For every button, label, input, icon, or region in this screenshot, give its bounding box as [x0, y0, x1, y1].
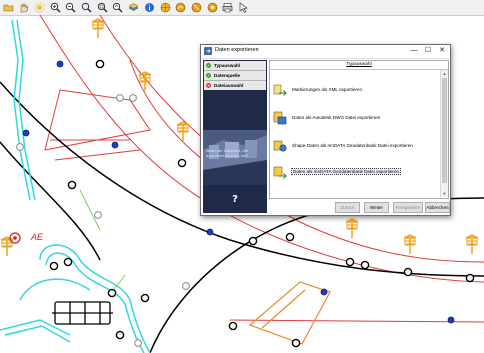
zoom-in-tool-button[interactable] — [49, 1, 61, 13]
cross-icon: ✕ — [206, 82, 211, 88]
zoom-all-tool-button[interactable] — [96, 1, 108, 13]
wizard-banner-image — [203, 90, 267, 185]
cancel-button[interactable]: Abbrechen — [425, 202, 450, 213]
print-icon — [222, 2, 233, 12]
wizard-caption: Wahl der Datenart, die exportiert werden… — [206, 148, 249, 158]
main-toolbar — [0, 0, 484, 16]
zoom-previous-tool-button[interactable] — [112, 1, 124, 13]
open-folder-icon — [3, 4, 13, 11]
option-label: Daten als mnDATA Geodatenbank Datei expo… — [291, 168, 402, 175]
info-tool-button[interactable] — [143, 1, 155, 13]
export-app-icon — [204, 47, 212, 55]
option-dwg-export[interactable]: Daten als Autodesk DWG Datei exportieren — [273, 111, 433, 125]
zoom-out-tool-button[interactable] — [65, 1, 77, 13]
pointer-tool-button[interactable] — [238, 1, 250, 13]
survey-point-marker — [9, 232, 21, 244]
scroll-up-icon[interactable]: ▲ — [441, 70, 448, 77]
minimize-button[interactable]: — — [409, 46, 419, 56]
wizard-side-panel: ✓ Typauswahl ✓ Datenquelle ✕ Dateiauswah… — [203, 60, 267, 213]
hatch-area — [248, 281, 331, 345]
zoom-all-icon — [97, 2, 108, 12]
next-button[interactable]: Weiter — [364, 202, 389, 213]
option-label: Markierungen als XML exportieren — [292, 87, 363, 92]
check-icon: ✓ — [206, 62, 211, 68]
route-tool-button[interactable] — [175, 1, 187, 13]
zoom-previous-icon — [113, 2, 123, 12]
dwg-export-icon — [273, 111, 287, 125]
option-label: Daten als Autodesk DWG Datei exportieren — [292, 115, 381, 120]
pointer-icon — [239, 1, 248, 13]
layer-icon — [128, 2, 139, 11]
geodb-export-icon — [273, 166, 287, 179]
zoom-window-icon — [81, 2, 92, 12]
back-button[interactable]: Zurück — [335, 202, 360, 213]
zoom-in-icon — [50, 2, 61, 12]
measure-tool-button[interactable] — [190, 1, 202, 13]
vertical-scrollbar[interactable]: ▲ ▼ — [440, 70, 448, 197]
equipment-block — [52, 301, 113, 325]
maximize-button[interactable]: ☐ — [423, 46, 433, 56]
pan-hand-tool-button[interactable] — [18, 1, 30, 13]
select-icon — [207, 2, 217, 12]
print-tool-button[interactable] — [222, 1, 234, 13]
step-label: Datenquelle — [214, 72, 241, 78]
scroll-thumb[interactable] — [442, 78, 447, 183]
dialog-titlebar[interactable]: Daten exportieren — ☐ ✕ — [201, 45, 450, 59]
option-xml-export[interactable]: Markierungen als XML exportieren — [273, 83, 433, 97]
scroll-down-icon[interactable]: ▼ — [441, 190, 448, 197]
option-geodb-export[interactable]: Daten als mnDATA Geodatenbank Datei expo… — [273, 165, 433, 179]
route-icon — [175, 2, 186, 12]
sun-icon — [34, 2, 45, 12]
zoom-window-tool-button[interactable] — [81, 1, 93, 13]
zoom-out-icon — [66, 2, 76, 12]
shape-export-icon — [273, 140, 287, 152]
check-icon: ✓ — [206, 72, 211, 78]
pan-hand-icon — [20, 2, 29, 12]
export-dialog: Daten exportieren — ☐ ✕ ✓ Typauswahl ✓ D… — [200, 44, 451, 216]
wizard-step-source: ✓ Datenquelle — [204, 71, 266, 81]
globe-icon — [160, 2, 170, 12]
finish-button[interactable]: Fertigstellen — [393, 202, 423, 213]
wizard-step-type: ✓ Typauswahl — [204, 61, 266, 71]
help-icon[interactable]: ? — [230, 194, 240, 206]
option-label: Shape-Daten als mnDATA Geodatenbank Date… — [292, 143, 413, 148]
map-annotation: AE — [30, 232, 44, 242]
option-shape-export[interactable]: Shape-Daten als mnDATA Geodatenbank Date… — [273, 139, 433, 153]
info-icon — [144, 2, 154, 12]
xml-export-icon — [273, 84, 287, 96]
panel-header: Typauswahl — [270, 61, 448, 70]
step-label: Typauswahl — [214, 62, 240, 68]
select-tool-button[interactable] — [206, 1, 218, 13]
green-line — [79, 189, 126, 296]
type-selection-panel: Typauswahl Markierungen als XML exportie… — [269, 60, 449, 199]
globe-tool-button[interactable] — [159, 1, 171, 13]
layer-tool-button[interactable] — [128, 1, 140, 13]
sun-tool-button[interactable] — [33, 1, 45, 13]
close-button[interactable]: ✕ — [437, 46, 447, 56]
open-folder-tool-button[interactable] — [2, 1, 14, 13]
step-label: Dateiauswahl — [214, 82, 244, 88]
dialog-title: Daten exportieren — [215, 47, 259, 53]
measure-icon — [191, 2, 202, 12]
